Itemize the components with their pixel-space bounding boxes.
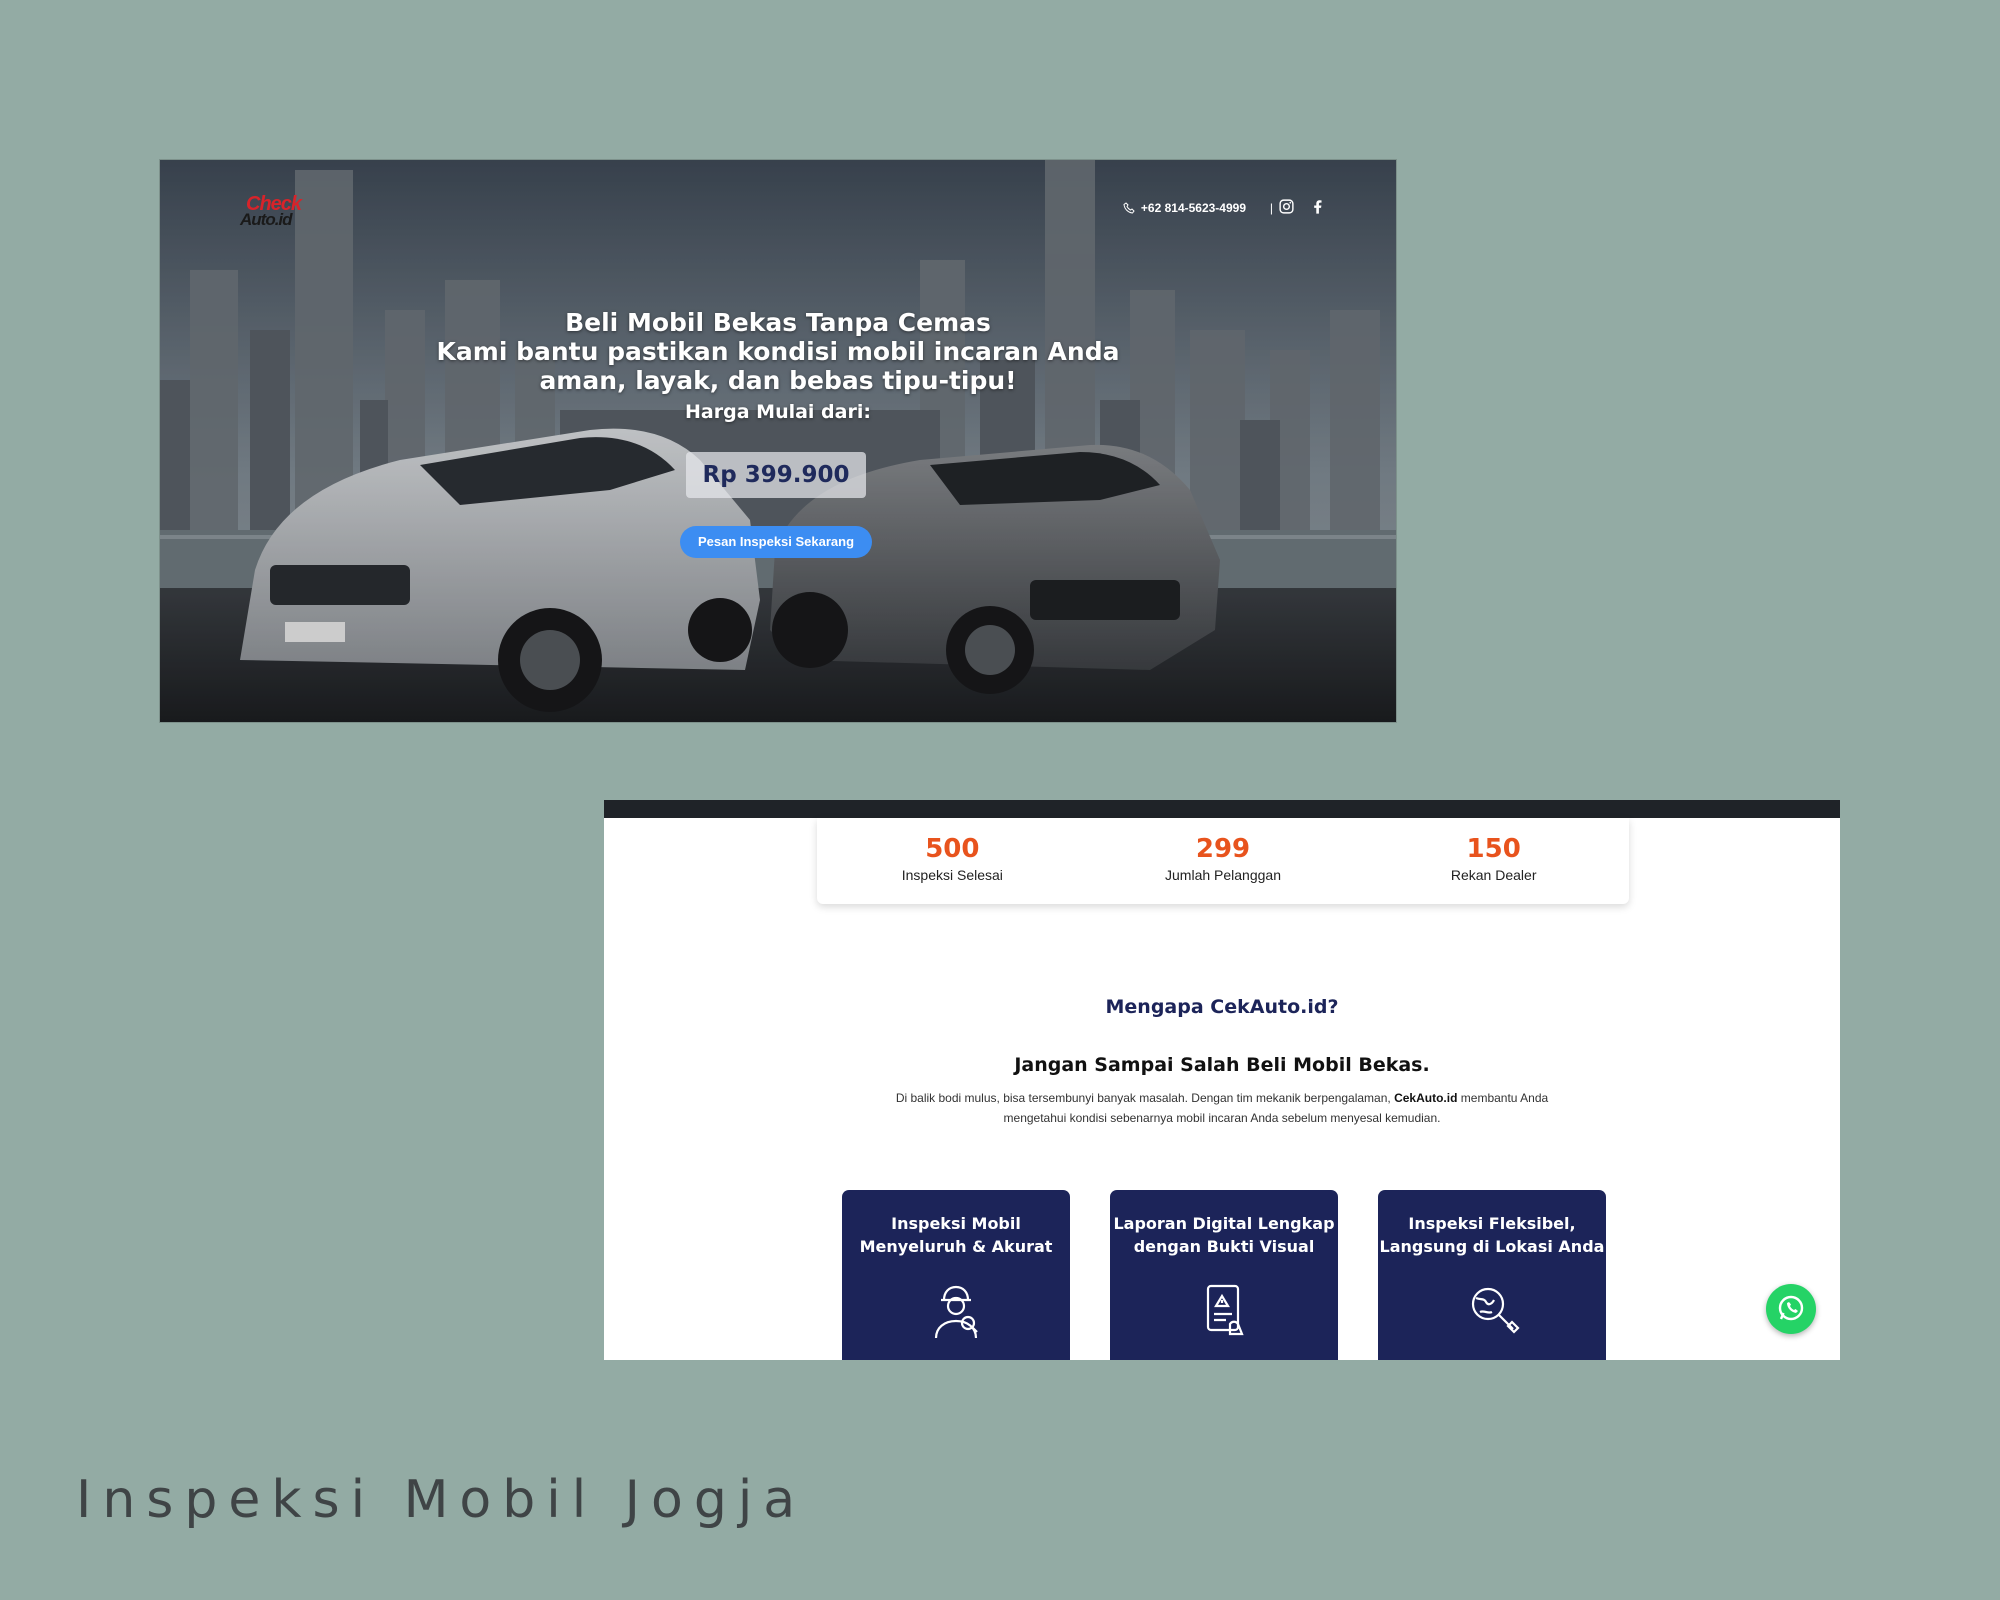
feature-title-line-1: Laporan Digital Lengkap	[1113, 1214, 1335, 1233]
social-links	[1278, 198, 1326, 215]
brand-logo[interactable]: Check Auto.id	[240, 194, 310, 232]
feature-title-line-2: dengan Bukti Visual	[1133, 1237, 1315, 1256]
desc-brand: CekAuto.id	[1394, 1091, 1458, 1105]
stat-value: 299	[1195, 834, 1251, 864]
stat-customers: 299 Jumlah Pelanggan	[1088, 818, 1359, 904]
stat-inspections: 500 Inspeksi Selesai	[817, 818, 1088, 904]
logo-text-auto: Auto.id	[240, 210, 293, 229]
header-separator: |	[1269, 201, 1273, 215]
instagram-icon[interactable]	[1278, 198, 1295, 215]
feature-title-line-1: Inspeksi Mobil	[891, 1214, 1021, 1233]
hero-bottom-strip	[604, 800, 1840, 818]
hero-subheadline-1: Kami bantu pastikan kondisi mobil incara…	[436, 337, 1120, 366]
facebook-icon[interactable]	[1309, 198, 1326, 215]
feature-cards: Inspeksi Mobil Menyeluruh & Akurat Lapor…	[842, 1190, 1606, 1360]
digital-report-icon	[1206, 1284, 1244, 1336]
contact-phone[interactable]: +62 814-5623-4999 |	[1123, 200, 1273, 216]
feature-card-flexible[interactable]: Inspeksi Fleksibel, Langsung di Lokasi A…	[1378, 1190, 1606, 1360]
feature-title-line-1: Inspeksi Fleksibel,	[1408, 1214, 1576, 1233]
hero-background-image	[160, 160, 1396, 722]
whatsapp-button[interactable]	[1766, 1284, 1816, 1334]
portfolio-caption: Inspeksi Mobil Jogja	[76, 1470, 807, 1530]
stat-dealers: 150 Rekan Dealer	[1358, 818, 1629, 904]
order-inspection-button[interactable]: Pesan Inspeksi Sekarang	[680, 526, 872, 558]
stat-label: Jumlah Pelanggan	[1165, 867, 1281, 883]
section-description: Di balik bodi mulus, bisa tersembunyi ba…	[884, 1088, 1560, 1128]
stat-label: Rekan Dealer	[1450, 867, 1537, 883]
stats-bar: 500 Inspeksi Selesai 299 Jumlah Pelangga…	[817, 818, 1629, 904]
page-screenshot: 500 Inspeksi Selesai 299 Jumlah Pelangga…	[604, 800, 1840, 1360]
desc-part-1: Di balik bodi mulus, bisa tersembunyi ba…	[895, 1091, 1391, 1105]
feature-title-line-2: Langsung di Lokasi Anda	[1379, 1237, 1605, 1256]
feature-title-line-2: Menyeluruh & Akurat	[859, 1237, 1053, 1256]
stat-value: 500	[925, 834, 980, 864]
hero-subheadline-2: aman, layak, dan bebas tipu-tipu!	[539, 366, 1017, 395]
phone-icon	[1123, 202, 1135, 214]
hero-headline-block: Beli Mobil Bekas Tanpa Cemas Kami bantu …	[160, 308, 1396, 425]
phone-number: +62 814-5623-4999	[1140, 201, 1246, 215]
section-title: Mengapa CekAuto.id?	[1105, 996, 1339, 1018]
feature-card-report[interactable]: Laporan Digital Lengkap dengan Bukti Vis…	[1110, 1190, 1338, 1360]
hero-headline: Beli Mobil Bekas Tanpa Cemas	[565, 308, 991, 337]
price-label: Harga Mulai dari:	[685, 401, 871, 423]
section-headline: Jangan Sampai Salah Beli Mobil Bekas.	[1014, 1054, 1430, 1076]
stat-label: Inspeksi Selesai	[901, 867, 1003, 883]
mechanic-inspector-icon	[934, 1285, 978, 1339]
stat-value: 150	[1466, 834, 1521, 864]
hero-screenshot: Check Auto.id +62 814-5623-4999 | Beli M…	[160, 160, 1396, 722]
whatsapp-icon	[1778, 1295, 1804, 1321]
price-value: Rp 399.900	[686, 452, 866, 498]
feature-card-inspection[interactable]: Inspeksi Mobil Menyeluruh & Akurat	[842, 1190, 1070, 1360]
location-search-icon	[1471, 1287, 1520, 1334]
